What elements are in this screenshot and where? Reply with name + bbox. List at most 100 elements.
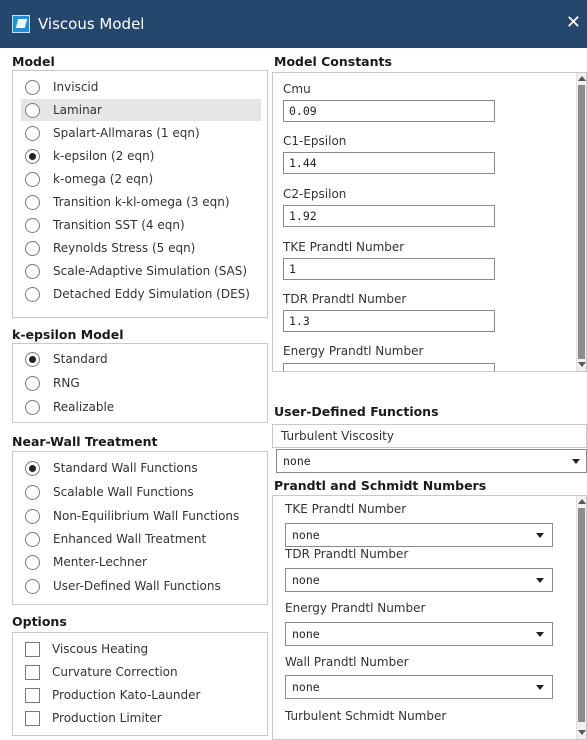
select-value: none xyxy=(292,528,320,542)
radio-icon[interactable] xyxy=(25,102,40,118)
constant-label-c1-epsilon: C1-Epsilon xyxy=(283,134,347,148)
near-wall-option-standard[interactable]: Standard Wall Functions xyxy=(25,457,198,479)
constant-input-energy-prandtl[interactable] xyxy=(283,363,495,371)
radio-icon[interactable] xyxy=(25,286,40,302)
constant-input-tke-prandtl[interactable]: 1 xyxy=(283,258,495,280)
radio-icon[interactable] xyxy=(25,554,40,570)
radio-icon[interactable] xyxy=(25,217,40,233)
option-label: Standard Wall Functions xyxy=(53,461,198,475)
model-option-k-omega[interactable]: k-omega (2 eqn) xyxy=(25,168,153,190)
model-option-k-epsilon[interactable]: k-epsilon (2 eqn) xyxy=(25,145,154,167)
psn-scrollbar[interactable] xyxy=(576,496,586,739)
radio-icon[interactable] xyxy=(25,399,40,415)
scrollbar-thumb[interactable] xyxy=(578,508,585,722)
option-production-kato-launder[interactable]: Production Kato-Launder xyxy=(25,684,200,706)
chevron-down-icon[interactable] xyxy=(536,632,544,637)
radio-icon[interactable] xyxy=(25,194,40,210)
constant-input-tdr-prandtl[interactable]: 1.3 xyxy=(283,310,495,332)
near-wall-option-enhanced[interactable]: Enhanced Wall Treatment xyxy=(25,528,206,550)
option-label: Spalart-Allmaras (1 eqn) xyxy=(53,126,200,140)
option-label: k-epsilon (2 eqn) xyxy=(53,149,155,163)
model-option-spalart-allmaras[interactable]: Spalart-Allmaras (1 eqn) xyxy=(25,122,200,144)
psn-label-energy: Energy Prandtl Number xyxy=(285,601,426,615)
window-title: Viscous Model xyxy=(38,15,145,33)
turbulent-viscosity-select[interactable]: none xyxy=(276,449,587,473)
option-curvature-correction[interactable]: Curvature Correction xyxy=(25,661,178,683)
model-constants-scrollbar[interactable] xyxy=(576,73,586,371)
model-option-sas[interactable]: Scale-Adaptive Simulation (SAS) xyxy=(25,260,247,282)
chevron-down-icon[interactable] xyxy=(536,685,544,690)
k-epsilon-section-title: k-epsilon Model xyxy=(12,327,124,342)
option-label: Curvature Correction xyxy=(52,665,178,679)
scroll-down-icon[interactable] xyxy=(578,730,586,735)
option-label: Viscous Heating xyxy=(52,642,149,656)
radio-icon[interactable] xyxy=(25,375,40,391)
k-epsilon-group: Standard RNG Realizable xyxy=(12,343,268,423)
model-group: Inviscid Laminar Spalart-Allmaras (1 eqn… xyxy=(12,70,268,318)
checkbox-icon[interactable] xyxy=(25,664,40,680)
model-option-reynolds-stress[interactable]: Reynolds Stress (5 eqn) xyxy=(25,237,195,259)
constant-input-c2-epsilon[interactable]: 1.92 xyxy=(283,205,495,227)
radio-selected-icon[interactable] xyxy=(25,351,40,367)
option-label: k-omega (2 eqn) xyxy=(53,172,154,186)
near-wall-option-scalable[interactable]: Scalable Wall Functions xyxy=(25,481,194,503)
scrollbar-thumb[interactable] xyxy=(578,85,585,359)
option-label: Enhanced Wall Treatment xyxy=(53,532,207,546)
select-value: none xyxy=(292,627,320,641)
psn-select-tdr[interactable]: none xyxy=(285,568,553,592)
near-wall-option-menter-lechner[interactable]: Menter-Lechner xyxy=(25,551,147,573)
scroll-up-icon[interactable] xyxy=(578,499,586,504)
radio-icon[interactable] xyxy=(25,125,40,141)
radio-icon[interactable] xyxy=(25,531,40,547)
option-label: Menter-Lechner xyxy=(53,555,147,569)
option-label: Production Kato-Launder xyxy=(52,688,201,702)
radio-icon[interactable] xyxy=(25,79,40,95)
near-wall-option-user-defined[interactable]: User-Defined Wall Functions xyxy=(25,575,221,597)
radio-selected-icon[interactable] xyxy=(25,148,40,164)
options-group: Viscous Heating Curvature Correction Pro… xyxy=(12,632,268,736)
checkbox-icon[interactable] xyxy=(25,641,40,657)
option-viscous-heating[interactable]: Viscous Heating xyxy=(25,638,148,660)
psn-select-energy[interactable]: none xyxy=(285,622,553,646)
scroll-up-icon[interactable] xyxy=(578,76,586,81)
k-epsilon-option-standard[interactable]: Standard xyxy=(25,348,108,370)
model-option-des[interactable]: Detached Eddy Simulation (DES) xyxy=(25,283,250,305)
k-epsilon-option-realizable[interactable]: Realizable xyxy=(25,396,114,418)
radio-icon[interactable] xyxy=(25,240,40,256)
constant-label-cmu: Cmu xyxy=(283,82,311,96)
option-label: User-Defined Wall Functions xyxy=(53,579,221,593)
near-wall-option-non-equilibrium[interactable]: Non-Equilibrium Wall Functions xyxy=(25,505,239,527)
option-label: Realizable xyxy=(53,400,115,414)
constant-input-cmu[interactable]: 0.09 xyxy=(283,100,495,122)
radio-icon[interactable] xyxy=(25,171,40,187)
close-icon[interactable]: ✕ xyxy=(566,13,581,33)
scroll-down-icon[interactable] xyxy=(578,362,586,367)
select-value: none xyxy=(283,454,311,468)
option-production-limiter[interactable]: Production Limiter xyxy=(25,707,162,729)
model-option-laminar[interactable]: Laminar xyxy=(21,99,261,121)
model-option-transition-k-kl-omega[interactable]: Transition k-kl-omega (3 eqn) xyxy=(25,191,230,213)
chevron-down-icon[interactable] xyxy=(536,578,544,583)
constant-label-energy-prandtl: Energy Prandtl Number xyxy=(283,344,424,358)
near-wall-group: Standard Wall Functions Scalable Wall Fu… xyxy=(12,451,268,605)
model-option-transition-sst[interactable]: Transition SST (4 eqn) xyxy=(25,214,185,236)
model-option-inviscid[interactable]: Inviscid xyxy=(25,76,98,98)
constant-input-c1-epsilon[interactable]: 1.44 xyxy=(283,152,495,174)
psn-select-tke[interactable]: none xyxy=(285,523,553,547)
checkbox-icon[interactable] xyxy=(25,710,40,726)
k-epsilon-option-rng[interactable]: RNG xyxy=(25,372,80,394)
chevron-down-icon[interactable] xyxy=(536,533,544,538)
radio-icon[interactable] xyxy=(25,508,40,524)
checkbox-icon[interactable] xyxy=(25,687,40,703)
model-section-title: Model xyxy=(12,54,55,69)
psn-select-wall[interactable]: none xyxy=(285,675,553,699)
radio-icon[interactable] xyxy=(25,578,40,594)
option-label: RNG xyxy=(53,376,80,390)
radio-icon[interactable] xyxy=(25,263,40,279)
model-constants-section-title: Model Constants xyxy=(274,54,392,69)
chevron-down-icon[interactable] xyxy=(572,459,580,464)
near-wall-section-title: Near-Wall Treatment xyxy=(12,434,158,449)
radio-selected-icon[interactable] xyxy=(25,460,40,476)
radio-icon[interactable] xyxy=(25,484,40,500)
option-label: Scale-Adaptive Simulation (SAS) xyxy=(53,264,248,278)
